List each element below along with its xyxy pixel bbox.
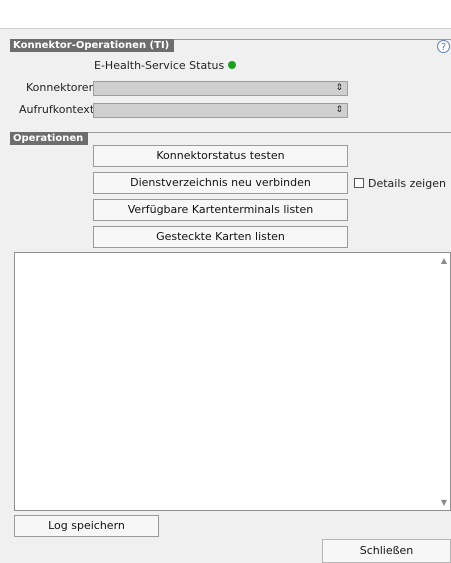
konnektoren-label: Konnektoren xyxy=(26,81,96,94)
list-inserted-cards-button[interactable]: Gesteckte Karten listen xyxy=(93,226,348,248)
ehealth-status-label: E-Health-Service Status xyxy=(94,59,225,72)
reconnect-service-directory-button[interactable]: Dienstverzeichnis neu verbinden xyxy=(93,172,348,194)
operations-section-title: Operationen xyxy=(10,132,89,145)
select-arrows-icon: ⇕ xyxy=(335,105,343,115)
scroll-up-arrow-icon[interactable]: ▲ xyxy=(441,256,447,265)
details-checkbox[interactable] xyxy=(354,178,364,188)
select-arrows-icon: ⇕ xyxy=(335,83,343,93)
konnektoren-select[interactable]: ⇕ xyxy=(93,81,348,96)
status-indicator-dot xyxy=(228,61,236,69)
list-card-terminals-button[interactable]: Verfügbare Kartenterminals listen xyxy=(93,199,348,221)
aufrufkontexte-label: Aufrufkontexte xyxy=(19,103,101,116)
aufrufkontexte-select[interactable]: ⇕ xyxy=(93,103,348,118)
details-checkbox-label: Details zeigen xyxy=(368,177,446,190)
connector-section-title: Konnektor-Operationen (TI) xyxy=(10,39,175,52)
test-connector-status-button[interactable]: Konnektorstatus testen xyxy=(93,145,348,167)
log-textarea[interactable]: ▲ ▼ xyxy=(14,252,451,511)
save-log-button[interactable]: Log speichern xyxy=(14,515,159,537)
question-circle-icon[interactable]: ? xyxy=(437,40,450,53)
scroll-down-arrow-icon[interactable]: ▼ xyxy=(441,498,447,507)
log-scrollbar[interactable]: ▲ ▼ xyxy=(436,253,450,510)
window-titlebar xyxy=(0,0,451,29)
close-button[interactable]: Schließen xyxy=(322,539,451,563)
